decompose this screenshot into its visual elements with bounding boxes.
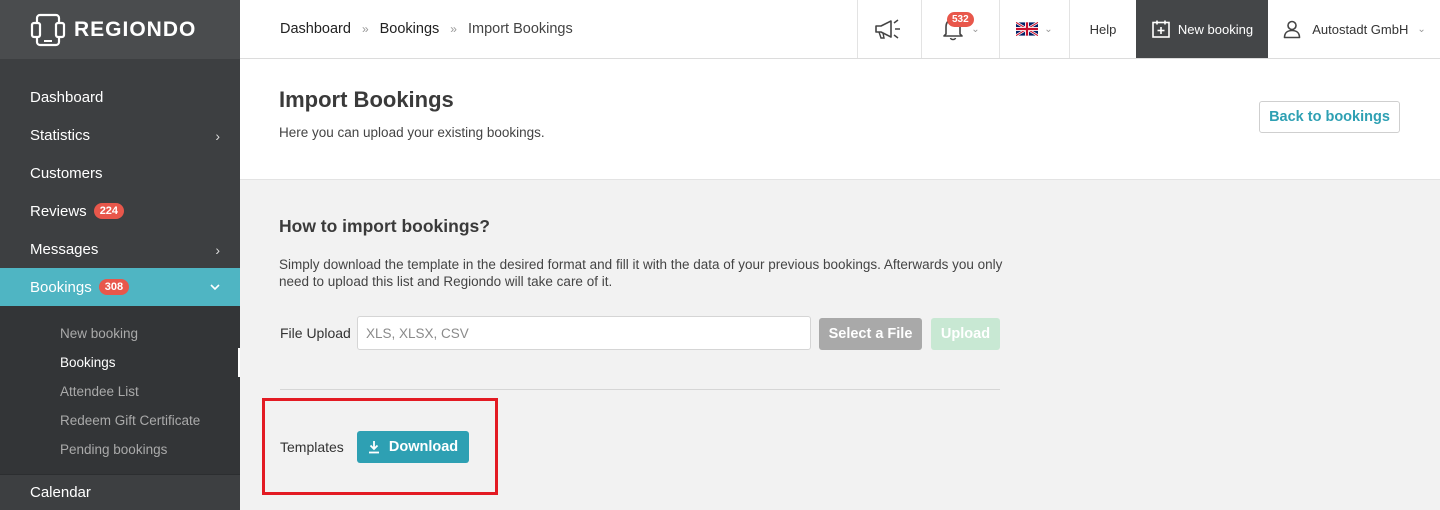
language-selector[interactable]: ⌄ (999, 0, 1069, 58)
sidebar-item-customers[interactable]: Customers (0, 154, 240, 192)
breadcrumb-import-bookings: Import Bookings (467, 21, 573, 37)
section-title: How to import bookings? (279, 216, 490, 236)
file-upload-label: File Upload (280, 325, 351, 341)
sidebar-item-label: Dashboard (30, 88, 104, 106)
sidebar-item-label: Messages (30, 240, 99, 258)
sidebar-item-dashboard[interactable]: Dashboard (0, 78, 240, 116)
new-booking-button[interactable]: New booking (1136, 0, 1268, 58)
sidebar-item-label: Reviews (30, 202, 87, 220)
announcements-button[interactable] (857, 0, 921, 58)
topbar: Dashboard » Bookings » Import Bookings 5… (240, 0, 1440, 59)
import-section: How to import bookings? Simply download … (240, 181, 1440, 510)
subnav-item-new-booking[interactable]: New booking (0, 319, 240, 348)
page-title: Import Bookings (279, 87, 454, 112)
sidebar-item-calendar[interactable]: Calendar (0, 474, 240, 510)
subnav-item-label: Attendee List (60, 384, 139, 399)
section-description: Simply download the template in the desi… (279, 257, 1003, 289)
reviews-count-badge: 224 (93, 203, 125, 219)
bookings-count-badge: 308 (98, 279, 130, 295)
subnav-item-label: Pending bookings (60, 442, 168, 457)
user-name: Autostadt GmbH (1312, 21, 1409, 37)
calendar-plus-icon (1152, 20, 1170, 38)
breadcrumb: Dashboard » Bookings » Import Bookings (280, 21, 573, 37)
page-header: Import Bookings Here you can upload your… (240, 59, 1440, 180)
back-to-bookings-button[interactable]: Back to bookings (1259, 101, 1400, 133)
logo[interactable]: REGIONDO (0, 0, 240, 59)
sidebar-item-label: Bookings (30, 278, 92, 296)
regiondo-logo-icon (30, 13, 66, 46)
new-booking-label: New booking (1177, 21, 1254, 37)
divider (280, 389, 1000, 390)
chevron-down-icon: ⌄ (1044, 23, 1053, 35)
sidebar-item-label: Statistics (30, 126, 91, 144)
templates-label: Templates (280, 439, 344, 455)
subnav-item-label: New booking (60, 326, 139, 341)
breadcrumb-separator: » (361, 22, 369, 36)
bookings-subnav: New booking Bookings Attendee List Redee… (0, 306, 240, 475)
chevron-right-icon: › (215, 128, 220, 144)
file-upload-input[interactable] (357, 316, 811, 350)
notifications-button[interactable]: 532 ⌄ (921, 0, 999, 58)
breadcrumb-dashboard[interactable]: Dashboard (280, 21, 351, 37)
user-icon (1283, 20, 1301, 39)
select-file-button[interactable]: Select a File (819, 318, 922, 350)
sidebar-item-reviews[interactable]: Reviews 224 (0, 192, 240, 230)
chevron-right-icon: › (215, 242, 220, 258)
sidebar-item-bookings[interactable]: Bookings 308 (0, 268, 240, 306)
breadcrumb-bookings[interactable]: Bookings (380, 21, 440, 37)
user-menu[interactable]: Autostadt GmbH ⌄ (1268, 0, 1440, 58)
download-icon (368, 441, 379, 454)
sidebar-item-label: Calendar (30, 484, 91, 501)
brand-name: REGIONDO (74, 17, 197, 41)
subnav-item-label: Bookings (60, 355, 116, 370)
subnav-item-bookings[interactable]: Bookings (0, 348, 240, 377)
sidebar-item-label: Customers (30, 164, 103, 182)
chevron-down-icon: ⌄ (1417, 23, 1426, 35)
chevron-down-icon: ⌄ (971, 23, 980, 35)
sidebar: REGIONDO Dashboard Statistics › Customer… (0, 0, 240, 510)
help-label: Help (1089, 21, 1117, 37)
sidebar-nav: Dashboard Statistics › Customers Reviews… (0, 78, 240, 475)
sidebar-item-statistics[interactable]: Statistics › (0, 116, 240, 154)
upload-button: Upload (931, 318, 1000, 350)
chevron-down-icon (210, 284, 220, 291)
help-button[interactable]: Help (1069, 0, 1136, 58)
subnav-item-label: Redeem Gift Certificate (60, 413, 201, 428)
subnav-item-pending-bookings[interactable]: Pending bookings (0, 435, 240, 464)
subnav-item-attendee-list[interactable]: Attendee List (0, 377, 240, 406)
download-label: Download (388, 439, 459, 455)
page-subtitle: Here you can upload your existing bookin… (279, 125, 545, 140)
megaphone-icon (874, 19, 900, 39)
sidebar-item-messages[interactable]: Messages › (0, 230, 240, 268)
uk-flag-icon (1016, 22, 1039, 36)
breadcrumb-separator: » (450, 22, 457, 36)
notifications-count-badge: 532 (947, 12, 974, 27)
download-button[interactable]: Download (357, 431, 469, 463)
subnav-item-redeem-gift-certificate[interactable]: Redeem Gift Certificate (0, 406, 240, 435)
